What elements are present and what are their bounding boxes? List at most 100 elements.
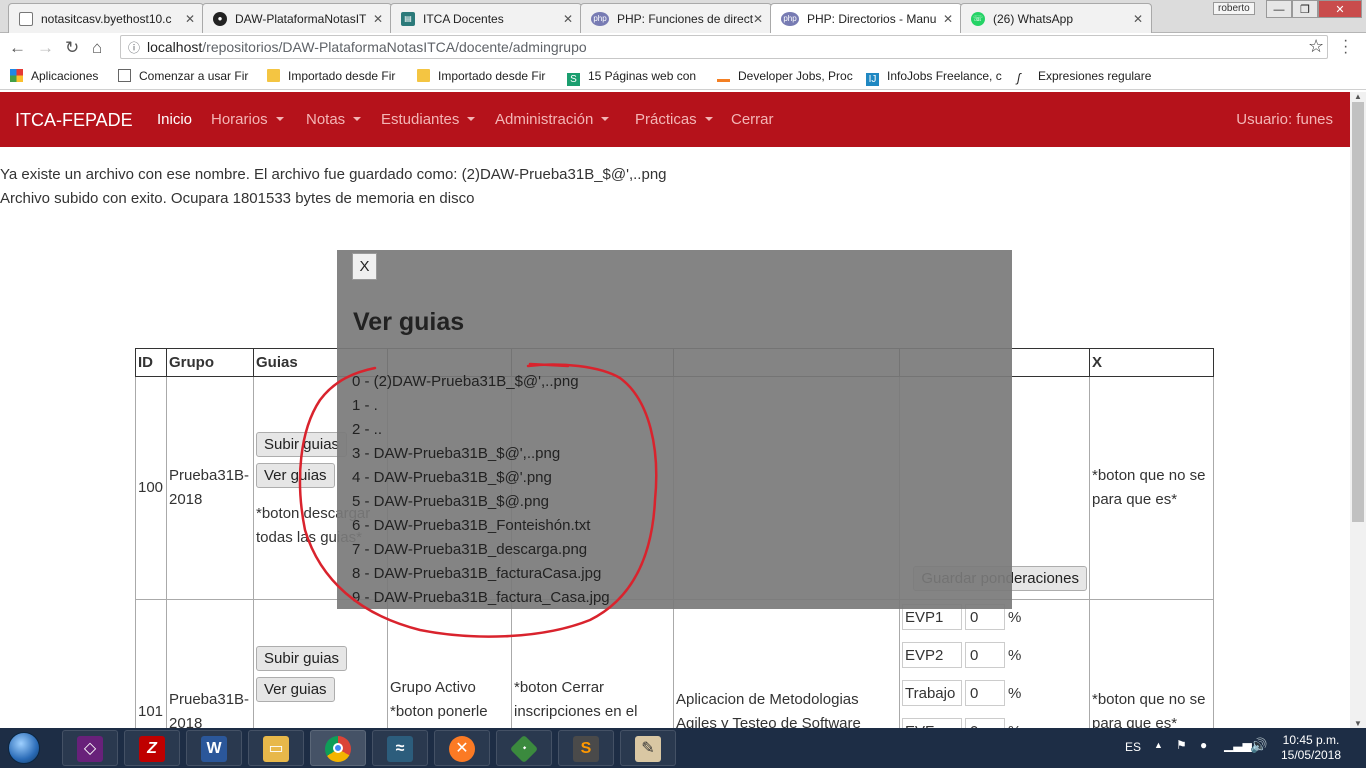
nav-notas[interactable]: Notas [306, 111, 362, 128]
caret-down-icon [601, 117, 610, 121]
taskbar-app[interactable]: ◇ [62, 730, 118, 766]
file-list-item[interactable]: 6 - DAW-Prueba31B_Fonteishón.txt [352, 514, 610, 538]
reload-icon[interactable]: ↻ [65, 38, 79, 58]
close-icon[interactable]: ✕ [943, 12, 953, 26]
bookmark-importado-2[interactable]: Importado desde Fir [417, 69, 545, 83]
file-list-item[interactable]: 1 - . [352, 394, 610, 418]
evaluation-row: EVP2 0% [902, 642, 1087, 680]
evaluation-weight-input[interactable]: 0 [965, 680, 1005, 706]
file-list-item[interactable]: 8 - DAW-Prueba31B_facturaCasa.jpg [352, 562, 610, 586]
taskbar-app[interactable]: Z [124, 730, 180, 766]
taskbar-app[interactable]: S [558, 730, 614, 766]
bookmark-15-paginas[interactable]: S 15 Páginas web con [567, 69, 696, 86]
close-icon[interactable]: ✕ [753, 12, 763, 26]
nav-horarios[interactable]: Horarios [211, 111, 284, 128]
start-button[interactable] [8, 732, 40, 764]
taskbar-app[interactable]: ✎ [620, 730, 676, 766]
bookmark-star-icon[interactable]: ☆ [1308, 36, 1324, 57]
apps-grid-icon [10, 69, 23, 82]
taskbar-app[interactable]: ✕ [434, 730, 490, 766]
modal-title: Ver guias [353, 308, 465, 336]
nav-cerrar[interactable]: Cerrar [731, 111, 774, 128]
page-icon [118, 69, 131, 82]
site-navbar: ITCA-FEPADE Inicio Horarios Notas Estudi… [0, 92, 1350, 147]
row-x-note: *boton que no se para que es* [1089, 376, 1214, 600]
bookmark-expresiones[interactable]: ʃ Expresiones regulare [1017, 69, 1151, 85]
tab-notasitcasv[interactable]: notasitcasv.byethost10.c ✕ [8, 3, 204, 33]
file-list-item[interactable]: 3 - DAW-Prueba31B_$@',..png [352, 442, 610, 466]
tab-whatsapp[interactable]: ☏ (26) WhatsApp ✕ [960, 3, 1152, 33]
close-icon[interactable]: ✕ [185, 12, 195, 26]
network-signal-icon[interactable]: ▁▃▅ [1224, 738, 1252, 752]
nav-estudiantes[interactable]: Estudiantes [381, 111, 476, 128]
bookmark-infojobs[interactable]: IJ InfoJobs Freelance, c [866, 69, 1002, 86]
caret-down-icon [275, 117, 284, 121]
tab-github[interactable]: ● DAW-PlataformaNotasIT ✕ [202, 3, 392, 33]
bookmark-developer-jobs[interactable]: Developer Jobs, Proc [717, 69, 853, 83]
file-list-item[interactable]: 9 - DAW-Prueba31B_factura_Casa.jpg [352, 586, 610, 610]
back-arrow-icon[interactable]: ← [9, 38, 26, 58]
close-window-button[interactable]: ✕ [1318, 0, 1362, 18]
file-list-item[interactable]: 2 - .. [352, 418, 610, 442]
taskbar-app[interactable]: · [496, 730, 552, 766]
regex-icon: ʃ [1017, 71, 1021, 85]
system-clock[interactable]: 10:45 p.m. 15/05/2018 [1276, 733, 1346, 763]
show-hidden-icons-icon[interactable]: ▲ [1154, 740, 1163, 750]
folder-icon [417, 69, 430, 82]
volume-icon[interactable]: 🔊 [1250, 737, 1267, 754]
file-list-item[interactable]: 0 - (2)DAW-Prueba31B_$@',..png [352, 370, 610, 394]
header-x: X [1089, 348, 1214, 377]
taskbar-app[interactable] [310, 730, 366, 766]
header-grupo: Grupo [166, 348, 254, 377]
taskbar-app[interactable]: ▭ [248, 730, 304, 766]
info-icon[interactable]: ⓘ [128, 39, 140, 56]
close-icon[interactable]: ✕ [1133, 12, 1143, 26]
scroll-thumb[interactable] [1352, 102, 1364, 522]
header-id: ID [135, 348, 167, 377]
file-list-item[interactable]: 4 - DAW-Prueba31B_$@'.png [352, 466, 610, 490]
tab-itca-docentes[interactable]: ▤ ITCA Docentes ✕ [390, 3, 582, 33]
tab-php-funciones[interactable]: php PHP: Funciones de direct ✕ [580, 3, 772, 33]
scroll-up-icon[interactable]: ▲ [1354, 92, 1362, 101]
file-list-item[interactable]: 5 - DAW-Prueba31B_$@.png [352, 490, 610, 514]
row-id: 100 [135, 376, 167, 600]
page-scrollbar[interactable]: ▲ ▼ [1350, 92, 1366, 728]
bookmarks-bar: Aplicaciones Comenzar a usar Fir Importa… [0, 63, 1366, 90]
close-icon[interactable]: ✕ [373, 12, 383, 26]
taskbar-app[interactable]: W [186, 730, 242, 766]
action-center-flag-icon[interactable]: ⚑ [1176, 738, 1187, 752]
whatsapp-icon: ☏ [971, 12, 985, 26]
close-icon[interactable]: ✕ [563, 12, 573, 26]
tray-app-icon[interactable]: ● [1200, 738, 1207, 752]
language-indicator[interactable]: ES [1125, 740, 1141, 754]
nav-practicas[interactable]: Prácticas [635, 111, 713, 128]
subir-guias-button[interactable]: Subir guias [256, 432, 348, 457]
percent-sign: % [1008, 685, 1022, 702]
site-brand[interactable]: ITCA-FEPADE [15, 110, 133, 131]
address-bar[interactable]: ⓘ localhost/repositorios/DAW-PlataformaNo… [120, 35, 1328, 59]
file-list-item[interactable]: 7 - DAW-Prueba31B_descarga.png [352, 538, 610, 562]
visual-studio-icon: ◇ [77, 736, 103, 762]
bookmark-apps[interactable]: Aplicaciones [10, 69, 98, 83]
nav-inicio[interactable]: Inicio [157, 111, 192, 128]
evaluation-weight-input[interactable]: 0 [965, 642, 1005, 668]
bookmark-importado-1[interactable]: Importado desde Fir [267, 69, 395, 83]
forward-arrow-icon[interactable]: → [37, 38, 54, 58]
nav-administracion[interactable]: Administración [495, 111, 610, 128]
scroll-down-icon[interactable]: ▼ [1354, 719, 1362, 728]
tab-php-directorios[interactable]: php PHP: Directorios - Manu ✕ [770, 3, 962, 33]
bookmark-comenzar[interactable]: Comenzar a usar Fir [118, 69, 248, 83]
page-icon [19, 12, 33, 26]
subir-guias-button[interactable]: Subir guias [256, 646, 348, 671]
evaluation-row: EVP1 0% [902, 604, 1087, 642]
ver-guias-button[interactable]: Ver guias [256, 677, 335, 702]
nav-user[interactable]: Usuario: funes [1236, 111, 1333, 128]
restore-window-button[interactable]: ❐ [1292, 0, 1318, 18]
infojobs-icon: IJ [866, 73, 879, 86]
minimize-window-button[interactable]: — [1266, 0, 1292, 18]
home-icon[interactable]: ⌂ [92, 38, 102, 58]
ver-guias-button[interactable]: Ver guias [256, 463, 335, 488]
modal-close-button[interactable]: X [352, 253, 377, 280]
browser-menu-icon[interactable]: · · · [1343, 33, 1348, 61]
taskbar-app[interactable]: ≈ [372, 730, 428, 766]
